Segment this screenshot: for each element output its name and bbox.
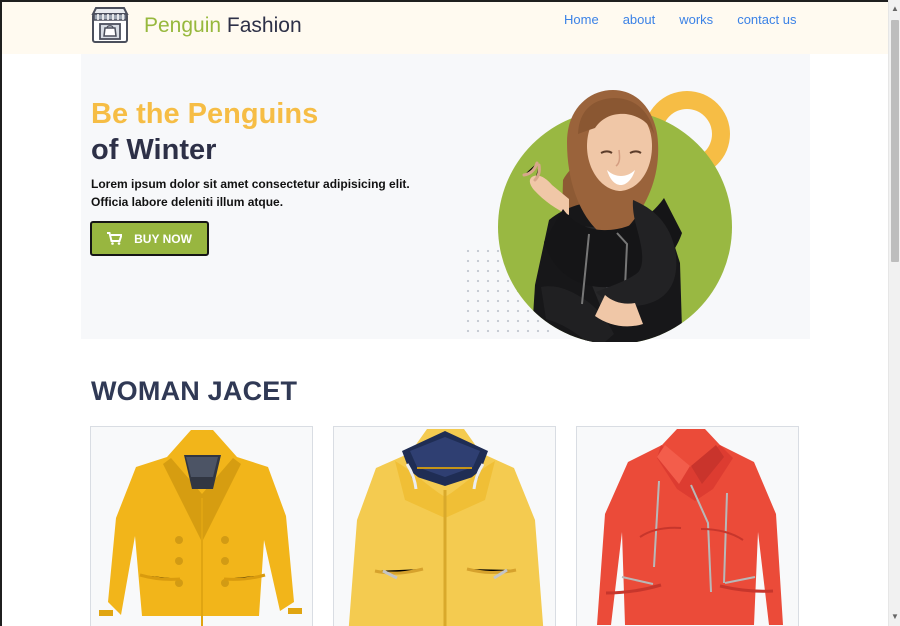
- nav-about-link[interactable]: about: [623, 12, 656, 27]
- hero-title-line2: of Winter: [91, 134, 217, 166]
- product-card[interactable]: [90, 426, 313, 626]
- scroll-down-icon[interactable]: ▼: [889, 610, 900, 624]
- red-leather-jacket-image: [597, 429, 783, 625]
- brand-name: Penguin Fashion: [144, 6, 302, 46]
- yellow-raincoat-image: [348, 429, 544, 626]
- hero-title-line1: Be the Penguins: [91, 98, 319, 130]
- brand-name-part2: Fashion: [226, 14, 302, 37]
- product-card[interactable]: [576, 426, 799, 626]
- nav-home-link[interactable]: Home: [564, 12, 599, 27]
- brand[interactable]: Penguin Fashion: [90, 6, 302, 46]
- page: Penguin Fashion Home about works contact…: [0, 0, 888, 626]
- buy-now-label: BUY NOW: [134, 231, 192, 246]
- hero-section: Be the Penguins of Winter Lorem ipsum do…: [81, 54, 810, 342]
- scroll-thumb[interactable]: [891, 20, 899, 262]
- main-navigation: Home about works contact us: [564, 12, 820, 27]
- shopping-cart-icon: [107, 232, 123, 245]
- nav-works-link[interactable]: works: [679, 12, 713, 27]
- site-header: Penguin Fashion Home about works contact…: [2, 2, 888, 54]
- hero-description: Lorem ipsum dolor sit amet consectetur a…: [91, 177, 410, 209]
- brand-name-part1: Penguin: [144, 14, 222, 37]
- woman-in-black-leather-jacket-image: [498, 90, 732, 342]
- scroll-up-icon[interactable]: ▲: [889, 2, 900, 16]
- product-card[interactable]: [333, 426, 556, 626]
- section-title: WOMAN JACET: [91, 376, 298, 406]
- vertical-scrollbar[interactable]: ▲ ▼: [888, 0, 900, 626]
- buy-now-button[interactable]: BUY NOW: [90, 221, 209, 256]
- nav-contact-link[interactable]: contact us: [737, 12, 796, 27]
- yellow-coat-image: [99, 430, 302, 626]
- store-icon: [91, 7, 129, 43]
